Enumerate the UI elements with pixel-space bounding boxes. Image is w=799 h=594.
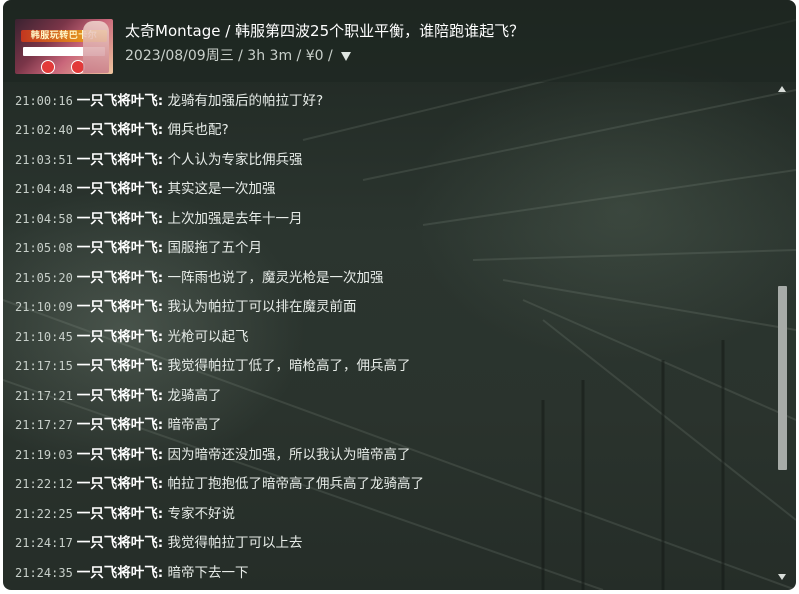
scroll-thumb[interactable] xyxy=(778,286,787,470)
chat-message: 21:17:21 一只飞将叶飞: 龙骑高了 xyxy=(15,383,765,412)
message-text: 光枪可以起飞 xyxy=(167,328,249,345)
chat-message: 21:05:20 一只飞将叶飞: 一阵雨也说了，魔灵光枪是一次加强 xyxy=(15,265,765,294)
message-text: 其实这是一次加强 xyxy=(167,181,276,198)
stream-title[interactable]: 太奇Montage / 韩服第四波25个职业平衡，谁陪跑谁起飞？ xyxy=(125,20,765,41)
message-timestamp: 21:24:35 xyxy=(15,565,73,580)
chat-list[interactable]: 21:00:16 一只飞将叶飞: 龙骑有加强后的帕拉丁好? 21:02:40 一只飞将… xyxy=(15,88,765,588)
message-timestamp: 21:24:17 xyxy=(15,536,73,551)
stream-meta-text: 2023/08/09周三 / 3h 3m / ¥0 / xyxy=(125,48,333,64)
message-username[interactable]: 一只飞将叶飞: xyxy=(77,506,163,522)
message-username[interactable]: 一只飞将叶飞: xyxy=(77,122,163,138)
filter-funnel-icon[interactable] xyxy=(341,51,352,61)
message-username[interactable]: 一只飞将叶飞: xyxy=(77,565,163,581)
message-text: 帕拉丁抱抱低了暗帝高了佣兵高了龙骑高了 xyxy=(167,476,425,493)
message-username[interactable]: 一只飞将叶飞: xyxy=(77,417,163,433)
chat-message: 21:05:08 一只飞将叶飞: 国服拖了五个月 xyxy=(15,235,765,264)
message-username[interactable]: 一只飞将叶飞: xyxy=(77,181,163,197)
message-timestamp: 21:22:25 xyxy=(15,506,73,521)
message-username[interactable]: 一只飞将叶飞: xyxy=(77,358,163,374)
message-timestamp: 21:17:21 xyxy=(15,388,73,403)
message-text: 我觉得帕拉丁可以上去 xyxy=(167,535,303,552)
chat-message: 21:02:40 一只飞将叶飞: 佣兵也配? xyxy=(15,117,765,146)
message-username[interactable]: 一只飞将叶飞: xyxy=(77,535,163,551)
scroll-track[interactable] xyxy=(778,96,787,570)
message-username[interactable]: 一只飞将叶飞: xyxy=(77,93,163,109)
message-timestamp: 21:02:40 xyxy=(15,123,73,138)
chat-message: 21:10:45 一只飞将叶飞: 光枪可以起飞 xyxy=(15,324,765,353)
chat-message: 21:04:58 一只飞将叶飞: 上次加强是去年十一月 xyxy=(15,206,765,235)
message-text: 专家不好说 xyxy=(167,505,236,522)
message-username[interactable]: 一只飞将叶飞: xyxy=(77,476,163,492)
message-text: 龙骑高了 xyxy=(167,387,222,404)
message-timestamp: 21:04:48 xyxy=(15,182,73,197)
thumbnail-badge-icon xyxy=(41,60,55,74)
message-timestamp: 21:04:58 xyxy=(15,211,73,226)
stream-meta: 2023/08/09周三 / 3h 3m / ¥0 / xyxy=(125,45,352,65)
message-username[interactable]: 一只飞将叶飞: xyxy=(77,299,163,315)
message-timestamp: 21:19:03 xyxy=(15,447,73,462)
chat-message: 21:19:03 一只飞将叶飞: 因为暗帝还没加强，所以我认为暗帝高了 xyxy=(15,442,765,471)
chevron-down-icon[interactable] xyxy=(778,574,786,580)
chat-replay-window: 韩服玩转巴卡尔 太奇Montage / 韩服第四波25个职业平衡，谁陪跑谁起飞？… xyxy=(3,0,796,590)
message-timestamp: 21:17:27 xyxy=(15,418,73,433)
message-username[interactable]: 一只飞将叶飞: xyxy=(77,388,163,404)
scrollbar[interactable] xyxy=(777,82,788,582)
stream-thumbnail[interactable]: 韩服玩转巴卡尔 xyxy=(15,19,113,74)
chat-message: 21:00:16 一只飞将叶飞: 龙骑有加强后的帕拉丁好? xyxy=(15,88,765,117)
message-timestamp: 21:05:08 xyxy=(15,241,73,256)
message-timestamp: 21:03:51 xyxy=(15,152,73,167)
message-timestamp: 21:00:16 xyxy=(15,94,73,108)
message-username[interactable]: 一只飞将叶飞: xyxy=(77,211,163,227)
message-timestamp: 21:17:15 xyxy=(15,359,73,374)
chat-message: 21:24:17 一只飞将叶飞: 我觉得帕拉丁可以上去 xyxy=(15,530,765,559)
chat-message: 21:03:51 一只飞将叶飞: 个人认为专家比佣兵强 xyxy=(15,147,765,176)
message-username[interactable]: 一只飞将叶飞: xyxy=(77,270,163,286)
message-timestamp: 21:22:12 xyxy=(15,477,73,492)
message-timestamp: 21:10:45 xyxy=(15,329,73,344)
message-username[interactable]: 一只飞将叶飞: xyxy=(77,152,163,168)
chat-message: 21:17:15 一只飞将叶飞: 我觉得帕拉丁低了，暗枪高了，佣兵高了 xyxy=(15,353,765,382)
message-text: 龙骑有加强后的帕拉丁好? xyxy=(167,93,324,109)
message-text: 上次加强是去年十一月 xyxy=(167,210,303,227)
message-timestamp: 21:05:20 xyxy=(15,270,73,285)
message-text: 因为暗帝还没加强，所以我认为暗帝高了 xyxy=(167,446,411,463)
chat-message: 21:22:25 一只飞将叶飞: 专家不好说 xyxy=(15,501,765,530)
message-text: 国服拖了五个月 xyxy=(167,240,263,257)
message-timestamp: 21:10:09 xyxy=(15,300,73,315)
message-text: 一阵雨也说了，魔灵光枪是一次加强 xyxy=(167,269,384,286)
message-text: 暗帝高了 xyxy=(167,417,222,434)
message-text: 暗帝下去一下 xyxy=(167,564,249,581)
chat-message: 21:04:48 一只飞将叶飞: 其实这是一次加强 xyxy=(15,176,765,205)
message-text: 佣兵也配? xyxy=(167,122,229,139)
stream-header: 韩服玩转巴卡尔 太奇Montage / 韩服第四波25个职业平衡，谁陪跑谁起飞？… xyxy=(3,0,796,82)
message-username[interactable]: 一只飞将叶飞: xyxy=(77,447,163,463)
message-text: 个人认为专家比佣兵强 xyxy=(167,151,303,168)
chat-message: 21:17:27 一只飞将叶飞: 暗帝高了 xyxy=(15,412,765,441)
chat-message: 21:10:09 一只飞将叶飞: 我认为帕拉丁可以排在魔灵前面 xyxy=(15,294,765,323)
chat-message: 21:24:35 一只飞将叶飞: 暗帝下去一下 xyxy=(15,560,765,589)
thumbnail-character xyxy=(83,21,109,73)
message-text: 我认为帕拉丁可以排在魔灵前面 xyxy=(167,299,357,316)
chat-message: 21:22:12 一只飞将叶飞: 帕拉丁抱抱低了暗帝高了佣兵高了龙骑高了 xyxy=(15,471,765,500)
message-text: 我觉得帕拉丁低了，暗枪高了，佣兵高了 xyxy=(167,358,411,375)
message-username[interactable]: 一只飞将叶飞: xyxy=(77,329,163,345)
message-username[interactable]: 一只飞将叶飞: xyxy=(77,240,163,256)
chevron-up-icon[interactable] xyxy=(778,86,786,92)
